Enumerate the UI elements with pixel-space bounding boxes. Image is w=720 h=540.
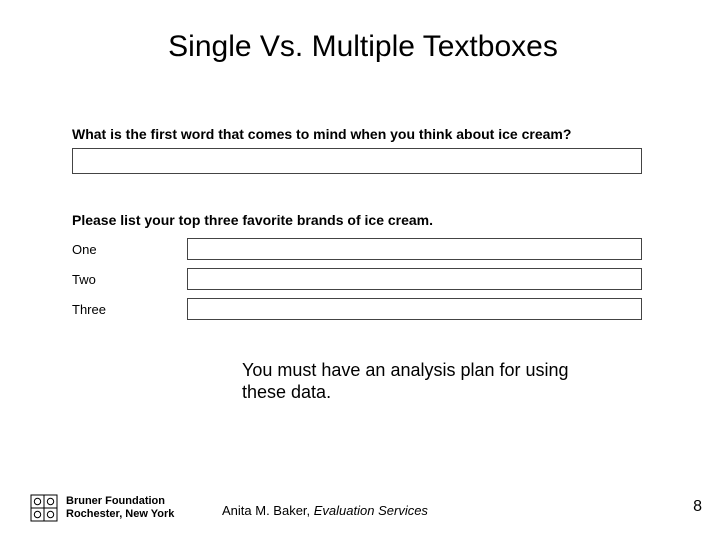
- row-label-one: One: [72, 242, 187, 257]
- attribution: Anita M. Baker, Evaluation Services: [222, 503, 428, 518]
- row-label-three: Three: [72, 302, 187, 317]
- logo-icon: [30, 494, 58, 522]
- row-label-two: Two: [72, 272, 187, 287]
- question2-label: Please list your top three favorite bran…: [72, 212, 664, 228]
- question1-input[interactable]: [72, 148, 642, 174]
- org-location: Rochester, New York: [66, 508, 174, 521]
- org-block: Bruner Foundation Rochester, New York: [66, 495, 174, 520]
- attribution-name: Anita M. Baker,: [222, 503, 314, 518]
- org-name: Bruner Foundation: [66, 495, 174, 508]
- question2-input-three[interactable]: [187, 298, 642, 320]
- page-number: 8: [693, 498, 702, 516]
- question2-row-two: Two: [72, 268, 664, 290]
- footer-left: Bruner Foundation Rochester, New York: [30, 494, 174, 522]
- question2-input-two[interactable]: [187, 268, 642, 290]
- question2-row-one: One: [72, 238, 664, 260]
- page-title: Single Vs. Multiple Textboxes: [62, 30, 664, 64]
- question1-label: What is the first word that comes to min…: [72, 126, 664, 142]
- analysis-note: You must have an analysis plan for using…: [242, 360, 602, 403]
- footer: Bruner Foundation Rochester, New York An…: [0, 484, 720, 522]
- question2-input-one[interactable]: [187, 238, 642, 260]
- attribution-em: Evaluation Services: [314, 503, 428, 518]
- slide: Single Vs. Multiple Textboxes What is th…: [0, 0, 720, 540]
- question2-row-three: Three: [72, 298, 664, 320]
